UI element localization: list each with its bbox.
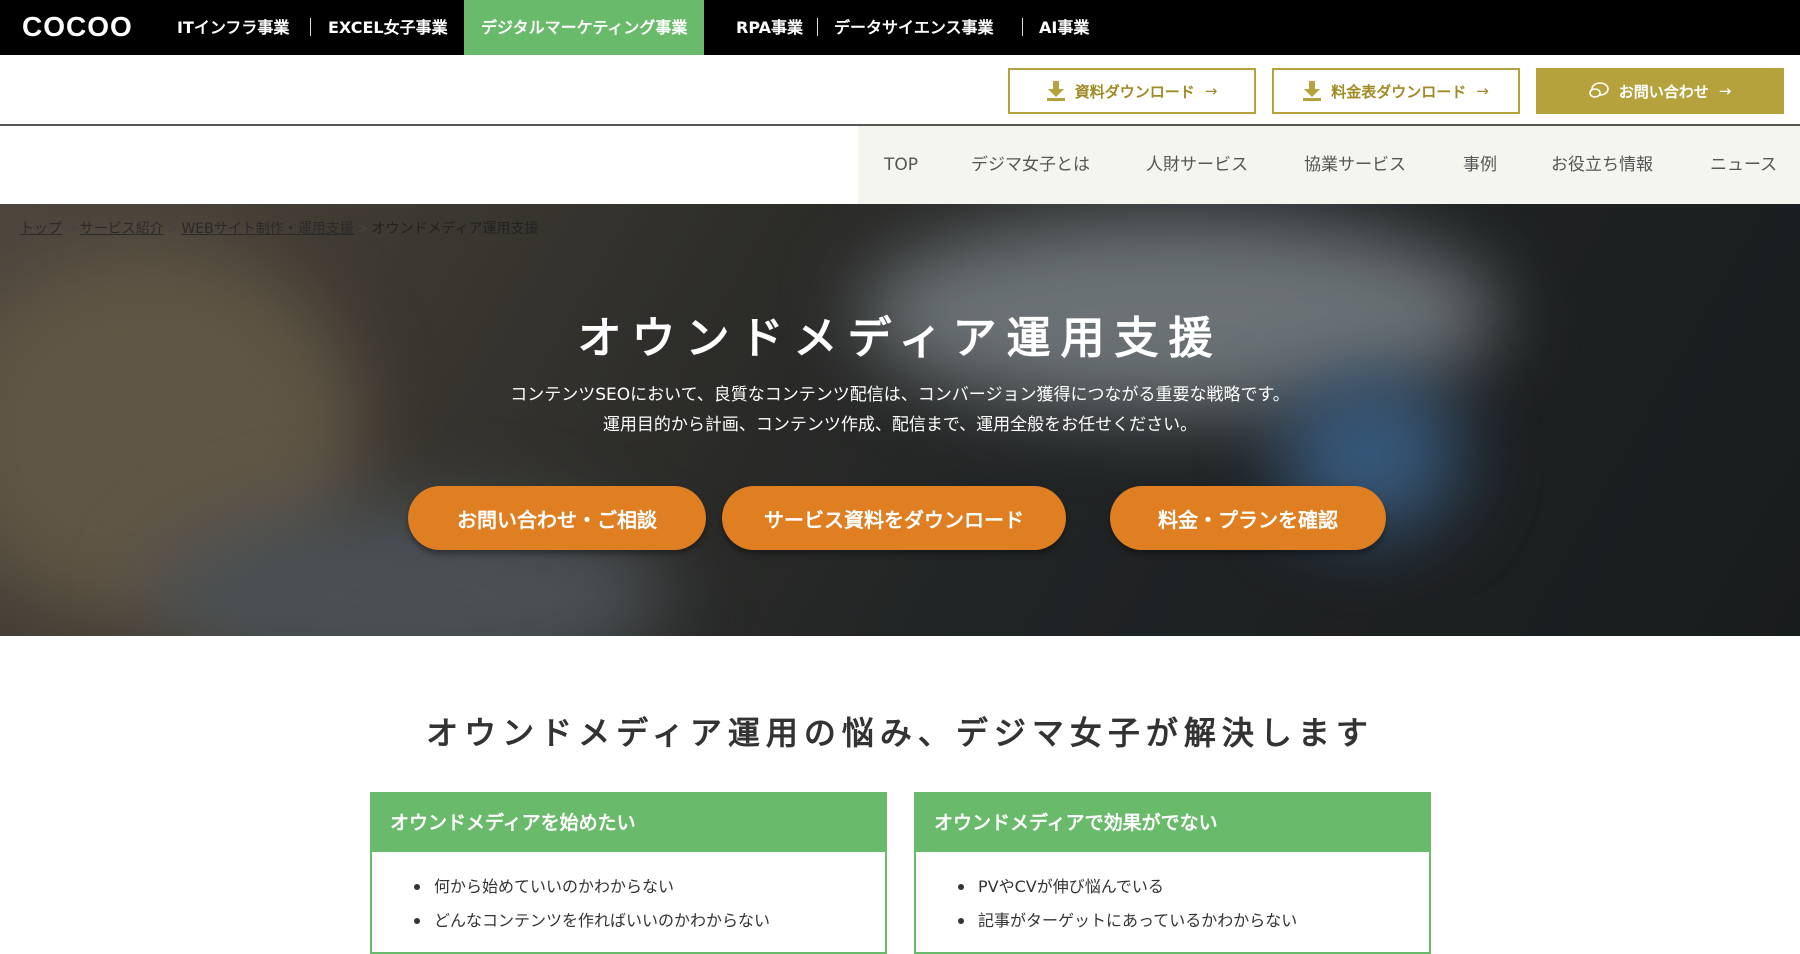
arrow-right-icon: → [1718,82,1732,100]
download-doc-button[interactable]: 資料ダウンロード → [1008,68,1256,114]
breadcrumb-service[interactable]: サービス紹介 [80,221,164,237]
breadcrumb-separator: > [166,221,179,237]
chat-bubble-icon [1588,82,1609,100]
worry-list: PVやCVが伸び悩んでいる 記事がターゲットにあっているかわからない [916,852,1429,938]
biz-nav-ai[interactable]: AI事業 [1039,0,1089,55]
download-icon [1046,81,1065,101]
list-item: PVやCVが伸び悩んでいる [958,870,1429,904]
separator [310,18,311,36]
nav-news[interactable]: ニュース [1710,126,1777,204]
nav-cases[interactable]: 事例 [1463,126,1497,204]
hero-title: オウンドメディア運用支援 [577,313,1223,364]
breadcrumb-separator: > [65,221,77,237]
download-price-label: 料金表ダウンロード [1331,82,1467,101]
contact-button[interactable]: お問い合わせ → [1536,68,1784,114]
section-title: オウンドメディア運用の悩み、デジマ女子が解決します [426,714,1374,752]
download-icon [1303,81,1322,101]
contact-label: お問い合わせ [1618,82,1709,101]
cocoo-logo[interactable]: COCOO [22,10,133,44]
cta-price-button[interactable]: 料金・プランを確認 [1110,486,1386,550]
nav-about-dejima[interactable]: デジマ女子とは [971,126,1090,204]
list-item: 記事がターゲットにあっているかわからない [958,904,1429,938]
hero-description: コンテンツSEOにおいて、良質なコンテンツ配信は、コンバージョン獲得につながる重… [0,380,1800,440]
nav-staffing-service[interactable]: 人財サービス [1146,126,1248,204]
nav-top[interactable]: TOP [884,126,918,204]
arrow-right-icon: → [1476,82,1489,100]
biz-nav-it-infra[interactable]: ITインフラ事業 [177,0,289,55]
download-doc-label: 資料ダウンロード [1074,82,1195,101]
biz-nav-excel[interactable]: EXCEL女子事業 [328,0,448,55]
list-item: どんなコンテンツを作ればいいのかわからない [414,904,885,938]
arrow-right-icon: → [1204,82,1218,100]
biz-nav-rpa[interactable]: RPA事業 [736,0,803,55]
breadcrumb-current: オウンドメディア運用支援 [371,221,539,237]
separator [1022,18,1023,36]
biz-nav-digital-marketing[interactable]: デジタルマーケティング事業 [464,0,705,55]
nav-partnership-service[interactable]: 協業サービス [1304,126,1406,204]
breadcrumb-separator: > [356,221,369,237]
worry-card: オウンドメディアで効果がでない PVやCVが伸び悩んでいる 記事がターゲットにあ… [914,792,1431,954]
hero-section: トップ > サービス紹介 > WEBサイト制作・運用支援 > オウンドメディア運用支援 オウ… [0,204,1800,636]
list-item: 何から始めていいのかわからない [414,870,885,904]
nav-useful-info[interactable]: お役立ち情報 [1551,126,1653,204]
worry-card-heading: オウンドメディアで効果がでない [916,794,1429,852]
breadcrumb-top[interactable]: トップ [20,221,62,237]
hero-desc-line: 運用目的から計画、コンテンツ作成、配信まで、運用全般をお任せください。 [602,415,1198,435]
business-bar: COCOO ITインフラ事業 EXCEL女子事業 デジタルマーケティング事業 R… [0,0,1800,55]
cta-download-button[interactable]: サービス資料をダウンロード [722,486,1066,550]
breadcrumb: トップ > サービス紹介 > WEBサイト制作・運用支援 > オウンドメディア運用支援 [20,218,539,238]
separator [817,18,818,36]
download-price-button[interactable]: 料金表ダウンロード → [1272,68,1520,114]
cta-contact-button[interactable]: お問い合わせ・ご相談 [408,486,706,550]
global-nav: TOP デジマ女子とは 人財サービス 協業サービス 事例 お役立ち情報 ニュース [858,126,1800,204]
breadcrumb-web[interactable]: WEBサイト制作・運用支援 [181,221,353,237]
worry-card: オウンドメディアを始めたい 何から始めていいのかわからない どんなコンテンツを作… [370,792,887,954]
worry-card-heading: オウンドメディアを始めたい [372,794,885,852]
hero-desc-line: コンテンツSEOにおいて、良質なコンテンツ配信は、コンバージョン獲得につながる重… [510,385,1290,405]
biz-nav-data-science[interactable]: データサイエンス事業 [834,0,994,55]
worry-list: 何から始めていいのかわからない どんなコンテンツを作ればいいのかわからない [372,852,885,938]
